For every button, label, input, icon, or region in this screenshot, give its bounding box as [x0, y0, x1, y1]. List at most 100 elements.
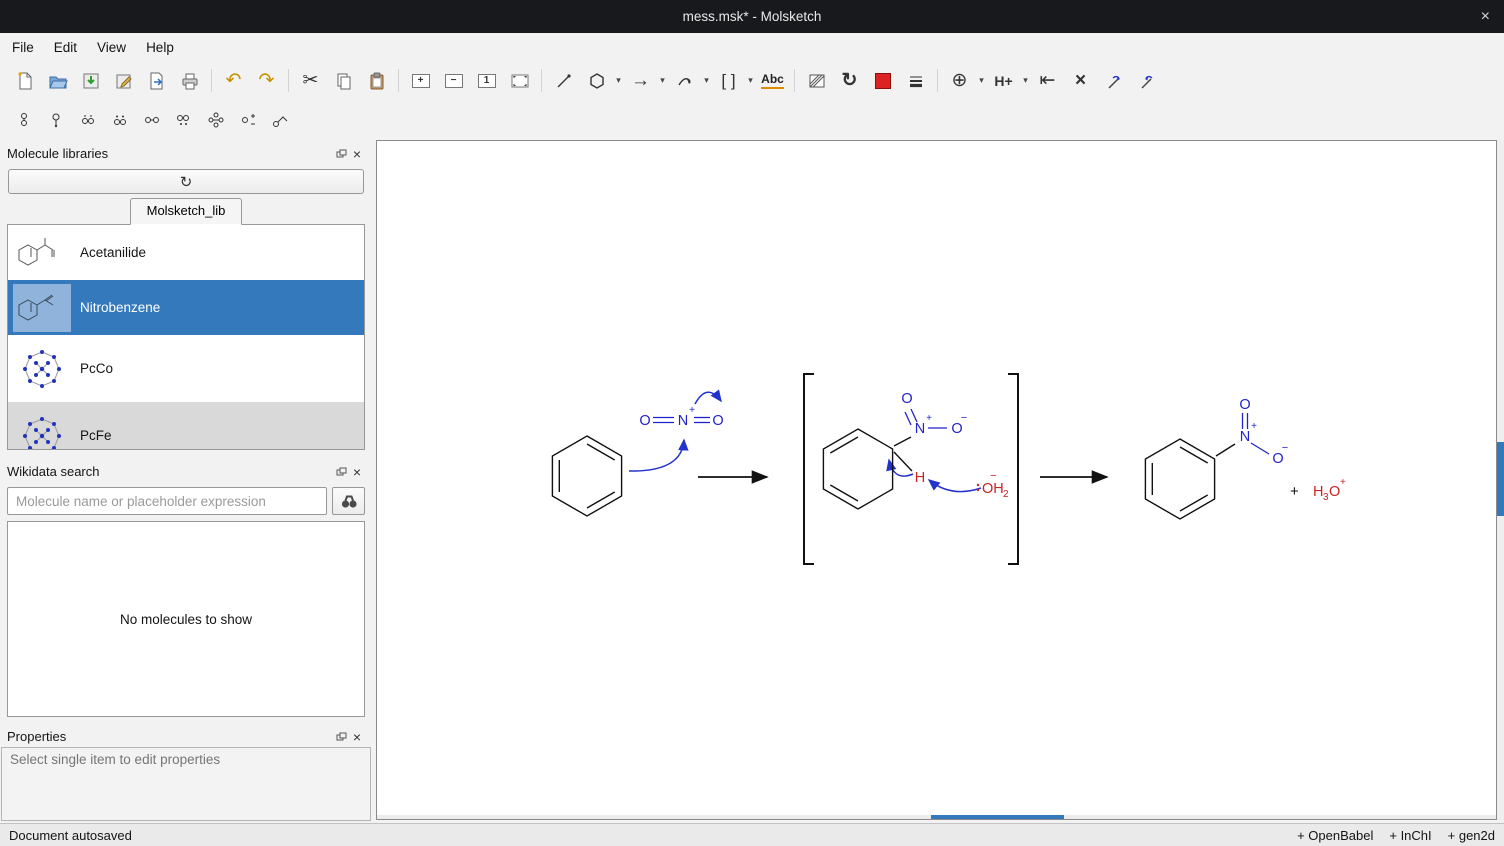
- wikidata-panel-title: Wikidata search: [7, 464, 99, 479]
- wikidata-search-button[interactable]: [332, 487, 365, 515]
- canvas-hscrollbar[interactable]: [377, 815, 1496, 819]
- cut-button[interactable]: ✂: [294, 66, 327, 96]
- tab-molsketch-lib[interactable]: Molsketch_lib: [130, 198, 243, 225]
- menubar: File Edit View Help: [0, 33, 1504, 61]
- hydronium-product[interactable]: + H 3 O +: [1290, 477, 1346, 503]
- hatch-tool-button[interactable]: [800, 66, 833, 96]
- fragment-tool-7-button[interactable]: [200, 106, 232, 134]
- ring-tool-button[interactable]: [580, 66, 613, 96]
- nitronium-ion[interactable]: O N + O: [639, 405, 723, 429]
- redo-button[interactable]: ↷: [250, 66, 283, 96]
- fragment-tool-7-icon: [207, 111, 225, 129]
- bracket-tool-button[interactable]: [ ]: [712, 66, 745, 96]
- ring-tool-dropdown[interactable]: ▾: [613, 75, 624, 86]
- draw-bond-tool-button[interactable]: [547, 66, 580, 96]
- rotate-tool-button[interactable]: ↻: [833, 66, 866, 96]
- wikidata-search-panel: Wikidata search × No molecules to show: [0, 461, 372, 723]
- fragment-tool-9-button[interactable]: [264, 106, 296, 134]
- reaction-drawing[interactable]: O N + O: [377, 141, 1496, 815]
- status-plugins: + OpenBabel + InChI + gen2d: [1297, 828, 1495, 843]
- mechanism-tool-1-button[interactable]: [1097, 66, 1130, 96]
- mechanism-tool-2-button[interactable]: [1130, 66, 1163, 96]
- delete-tool-button[interactable]: ×: [1064, 66, 1097, 96]
- zoom-out-button[interactable]: −: [437, 66, 470, 96]
- curved-arrow-button[interactable]: [668, 66, 701, 96]
- libraries-close-button[interactable]: ×: [349, 146, 365, 162]
- charge-minus: −: [961, 412, 967, 424]
- fragment-tool-5-button[interactable]: [136, 106, 168, 134]
- library-item-label: Acetanilide: [80, 245, 146, 260]
- properties-empty-text: Select single item to edit properties: [10, 752, 220, 767]
- zoom-original-button[interactable]: 1: [470, 66, 503, 96]
- save-button[interactable]: [74, 66, 107, 96]
- fragment-tool-1-button[interactable]: [8, 106, 40, 134]
- zoom-in-button[interactable]: +: [404, 66, 437, 96]
- product-nitrobenzene[interactable]: O N + O −: [1145, 397, 1288, 519]
- reaction-arrow-dropdown[interactable]: ▾: [657, 75, 668, 86]
- fragment-tool-6-button[interactable]: [168, 106, 200, 134]
- library-item-acetanilide[interactable]: Acetanilide: [8, 225, 364, 280]
- copy-button[interactable]: [327, 66, 360, 96]
- wikidata-close-button[interactable]: ×: [349, 464, 365, 480]
- undo-button[interactable]: ↶: [217, 66, 250, 96]
- hydrogen-tool-dropdown[interactable]: ▾: [1020, 75, 1031, 86]
- canvas-hscrollbar-thumb[interactable]: [931, 815, 1064, 819]
- reaction-arrow-button[interactable]: →: [624, 66, 657, 96]
- charge-tool-button[interactable]: ⊕: [943, 66, 976, 96]
- library-item-pcfe[interactable]: PcFe: [8, 402, 364, 450]
- line-width-icon: [906, 71, 926, 91]
- reactant-benzene[interactable]: [552, 436, 621, 516]
- menu-edit[interactable]: Edit: [44, 36, 87, 59]
- print-icon: [180, 71, 200, 91]
- fragment-tool-8-button[interactable]: [232, 106, 264, 134]
- libraries-refresh-button[interactable]: ↻: [8, 169, 364, 194]
- library-item-nitrobenzene[interactable]: Nitrobenzene: [8, 280, 364, 335]
- fragment-tool-3-button[interactable]: [72, 106, 104, 134]
- library-item-pcco[interactable]: PcCo: [8, 335, 364, 402]
- color-picker-button[interactable]: [866, 66, 899, 96]
- line-width-button[interactable]: [899, 66, 932, 96]
- float-icon: [336, 732, 347, 742]
- attacking-water[interactable]: OH 2 −: [977, 470, 1009, 500]
- fragment-tool-6-icon: [175, 111, 193, 129]
- hydrogen-tool-button[interactable]: H+: [987, 66, 1020, 96]
- properties-close-button[interactable]: ×: [349, 729, 365, 745]
- charge-minus: −: [1282, 442, 1288, 454]
- atom-label-n: N: [1240, 429, 1250, 445]
- mechanism-pen-icon: [1104, 71, 1124, 91]
- fragment-tool-2-button[interactable]: [40, 106, 72, 134]
- bracket-tool-dropdown[interactable]: ▾: [745, 75, 756, 86]
- wikidata-panel-header: Wikidata search ×: [0, 461, 372, 482]
- export-button[interactable]: [140, 66, 173, 96]
- open-file-button[interactable]: [41, 66, 74, 96]
- new-file-button[interactable]: [8, 66, 41, 96]
- canvas-vscrollbar[interactable]: [1497, 140, 1504, 820]
- window-close-button[interactable]: ×: [1481, 0, 1490, 33]
- print-button[interactable]: [173, 66, 206, 96]
- open-file-icon: [48, 71, 68, 91]
- water-subscript: 2: [1003, 489, 1009, 500]
- charge-plus: +: [1251, 421, 1257, 432]
- zoom-fit-button[interactable]: [503, 66, 536, 96]
- libraries-float-button[interactable]: [333, 146, 349, 162]
- wikidata-float-button[interactable]: [333, 464, 349, 480]
- charge-tool-dropdown[interactable]: ▾: [976, 75, 987, 86]
- menu-help[interactable]: Help: [136, 36, 184, 59]
- save-as-button[interactable]: [107, 66, 140, 96]
- wikidata-search-input[interactable]: [7, 487, 327, 515]
- properties-panel: Properties × Select single item to edit …: [0, 726, 372, 821]
- paste-button[interactable]: [360, 66, 393, 96]
- curved-arrow-dropdown[interactable]: ▾: [701, 75, 712, 86]
- drawing-canvas[interactable]: O N + O: [376, 140, 1497, 820]
- canvas-vscrollbar-thumb[interactable]: [1497, 442, 1504, 516]
- properties-float-button[interactable]: [333, 729, 349, 745]
- menu-view[interactable]: View: [87, 36, 136, 59]
- draw-bond-icon: [554, 71, 574, 91]
- new-file-icon: [15, 71, 35, 91]
- menu-file[interactable]: File: [2, 36, 44, 59]
- text-tool-button[interactable]: Abc: [756, 66, 789, 96]
- arenium-intermediate[interactable]: O N + O − H: [823, 391, 967, 509]
- fragment-tool-4-button[interactable]: [104, 106, 136, 134]
- arrow-to-bar-tool-button[interactable]: ⇤: [1031, 66, 1064, 96]
- library-item-label: PcCo: [80, 361, 113, 376]
